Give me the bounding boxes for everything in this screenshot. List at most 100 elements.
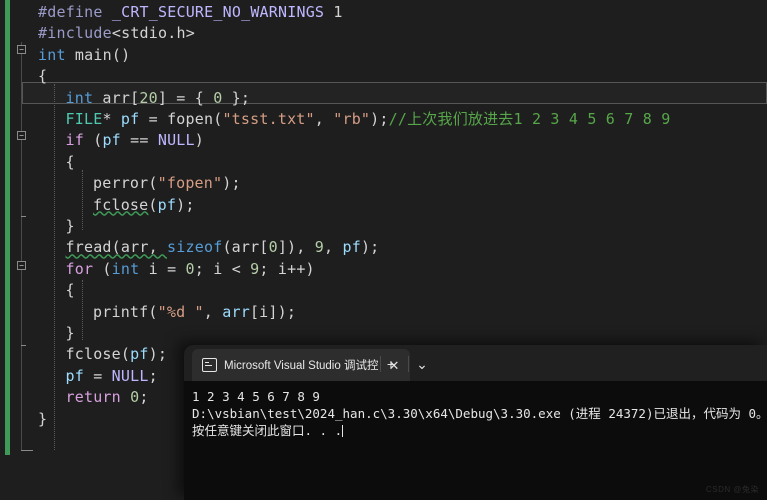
code-token: FILE xyxy=(65,110,103,128)
code-token: 0 xyxy=(130,388,140,407)
collapse-marker-main[interactable]: − xyxy=(17,45,26,54)
code-token: ) xyxy=(194,131,205,150)
code-token: sizeof xyxy=(167,238,223,257)
code-token: fread(arr, xyxy=(65,238,168,257)
code-token: ); xyxy=(360,238,380,257)
code-token: "rb" xyxy=(333,110,371,128)
code-line: #define _CRT_SECURE_NO_WARNINGS 1 xyxy=(38,2,343,23)
code-token: } xyxy=(38,409,48,428)
watermark: CSDN @兔染 xyxy=(705,485,759,494)
code-token: fclose( xyxy=(65,345,131,364)
code-token: { xyxy=(65,281,75,300)
code-token: return xyxy=(65,388,121,407)
console-tab-title: Microsoft Visual Studio 调试控 xyxy=(224,360,379,372)
console-line: 按任意键关闭此窗口. . . xyxy=(192,422,767,439)
new-tab-button[interactable]: + xyxy=(379,353,403,375)
code-line: int main() xyxy=(38,45,130,66)
code-token: (arr[ xyxy=(222,238,269,257)
code-line: FILE* pf = fopen("tsst.txt", "rb");//上次我… xyxy=(66,109,671,130)
console-titlebar[interactable]: Microsoft Visual Studio 调试控 ✕ + ⌄ xyxy=(184,345,767,381)
code-token: pf xyxy=(157,195,177,214)
change-tracking-bar xyxy=(5,0,10,455)
code-token: if xyxy=(65,131,84,150)
console-line-text: 按任意键关闭此窗口. . . xyxy=(192,423,343,438)
code-token: ); xyxy=(222,174,241,193)
code-token: ( xyxy=(83,131,103,150)
code-token: 9 xyxy=(314,238,324,257)
code-token: = fopen( xyxy=(139,110,223,128)
code-token: ; xyxy=(139,388,149,407)
indent-guide-3 xyxy=(82,280,83,340)
code-token: //上次我们放进去1 2 3 4 5 6 7 8 9 xyxy=(388,110,671,128)
code-token: { xyxy=(38,67,48,86)
code-token: for xyxy=(65,259,94,278)
code-token: #define xyxy=(38,3,112,21)
code-line: pf = NULL; xyxy=(66,366,158,387)
code-token: ); xyxy=(148,345,168,364)
collapse-marker-for[interactable]: − xyxy=(17,261,26,270)
code-token: int xyxy=(65,88,94,107)
code-token: , xyxy=(203,302,223,321)
code-token: perror( xyxy=(93,174,158,193)
console-icon xyxy=(202,358,217,372)
code-token: ); xyxy=(176,195,195,214)
code-line: perror("fopen"); xyxy=(93,173,241,194)
code-token: NULL xyxy=(111,366,149,385)
code-token: arr[ xyxy=(93,88,140,107)
code-token: int xyxy=(111,259,140,278)
code-token: 0 xyxy=(268,238,278,257)
console-tab[interactable]: Microsoft Visual Studio 调试控 ✕ xyxy=(192,349,411,381)
code-line: } xyxy=(38,409,47,430)
chevron-down-icon[interactable]: ⌄ xyxy=(410,353,434,375)
code-line: { xyxy=(38,66,47,87)
code-token: [i]); xyxy=(249,302,297,321)
code-line: { xyxy=(66,152,75,173)
code-token: ]), xyxy=(277,238,315,257)
code-token: "%d " xyxy=(157,302,204,321)
code-token: pf xyxy=(120,110,140,128)
code-token: ; i++) xyxy=(259,259,315,278)
indent-guide-2 xyxy=(82,170,83,230)
console-output[interactable]: 1 2 3 4 5 6 7 8 9 D:\vsbian\test\2024_ha… xyxy=(184,381,767,500)
code-line: } xyxy=(66,323,75,344)
code-token: pf xyxy=(130,345,149,364)
code-line: #include<stdio.h> xyxy=(38,23,195,44)
code-token: }; xyxy=(222,88,251,107)
code-line: } xyxy=(66,216,75,237)
code-line: { xyxy=(66,280,75,301)
code-token: ); xyxy=(370,110,389,128)
code-token: ] = { xyxy=(157,88,214,107)
code-token: NULL xyxy=(157,131,195,150)
code-token: ; i < xyxy=(194,259,251,278)
code-token: "fopen" xyxy=(157,174,223,193)
code-line: int arr[20] = { 0 }; xyxy=(66,88,251,109)
code-line: fclose(pf); xyxy=(93,195,195,216)
code-token: pf xyxy=(342,238,361,257)
titlebar-divider-2 xyxy=(408,356,409,372)
code-token: { xyxy=(65,152,75,171)
structure-end-tick xyxy=(21,450,33,451)
editor-gutter[interactable]: − − − xyxy=(0,0,34,500)
code-token: = xyxy=(83,366,112,385)
code-token: 0 xyxy=(185,259,195,278)
structure-tick-2 xyxy=(21,345,26,346)
screenshot-root: − − − #define _CRT_SECURE_NO_WARNINGS 1 #… xyxy=(0,0,767,500)
code-line: return 0; xyxy=(66,387,149,408)
code-token: arr xyxy=(222,302,250,321)
code-token: , xyxy=(324,238,343,257)
code-line: fclose(pf); xyxy=(66,344,168,365)
console-caret xyxy=(342,425,344,437)
code-line: if (pf == NULL) xyxy=(66,130,205,151)
code-line: printf("%d ", arr[i]); xyxy=(93,302,296,323)
code-token: ( xyxy=(148,195,158,214)
debug-console-window[interactable]: Microsoft Visual Studio 调试控 ✕ + ⌄ 1 2 3 … xyxy=(184,345,767,500)
code-token: "tsst.txt" xyxy=(222,110,315,128)
code-token: main() xyxy=(65,45,131,64)
code-token: } xyxy=(65,217,75,235)
indent-guide-1 xyxy=(54,84,55,450)
code-token: 9 xyxy=(250,259,260,278)
code-token: ; xyxy=(148,366,158,385)
collapse-marker-if[interactable]: − xyxy=(17,131,26,140)
code-token: ( xyxy=(93,259,112,278)
code-token: i = xyxy=(139,259,186,278)
